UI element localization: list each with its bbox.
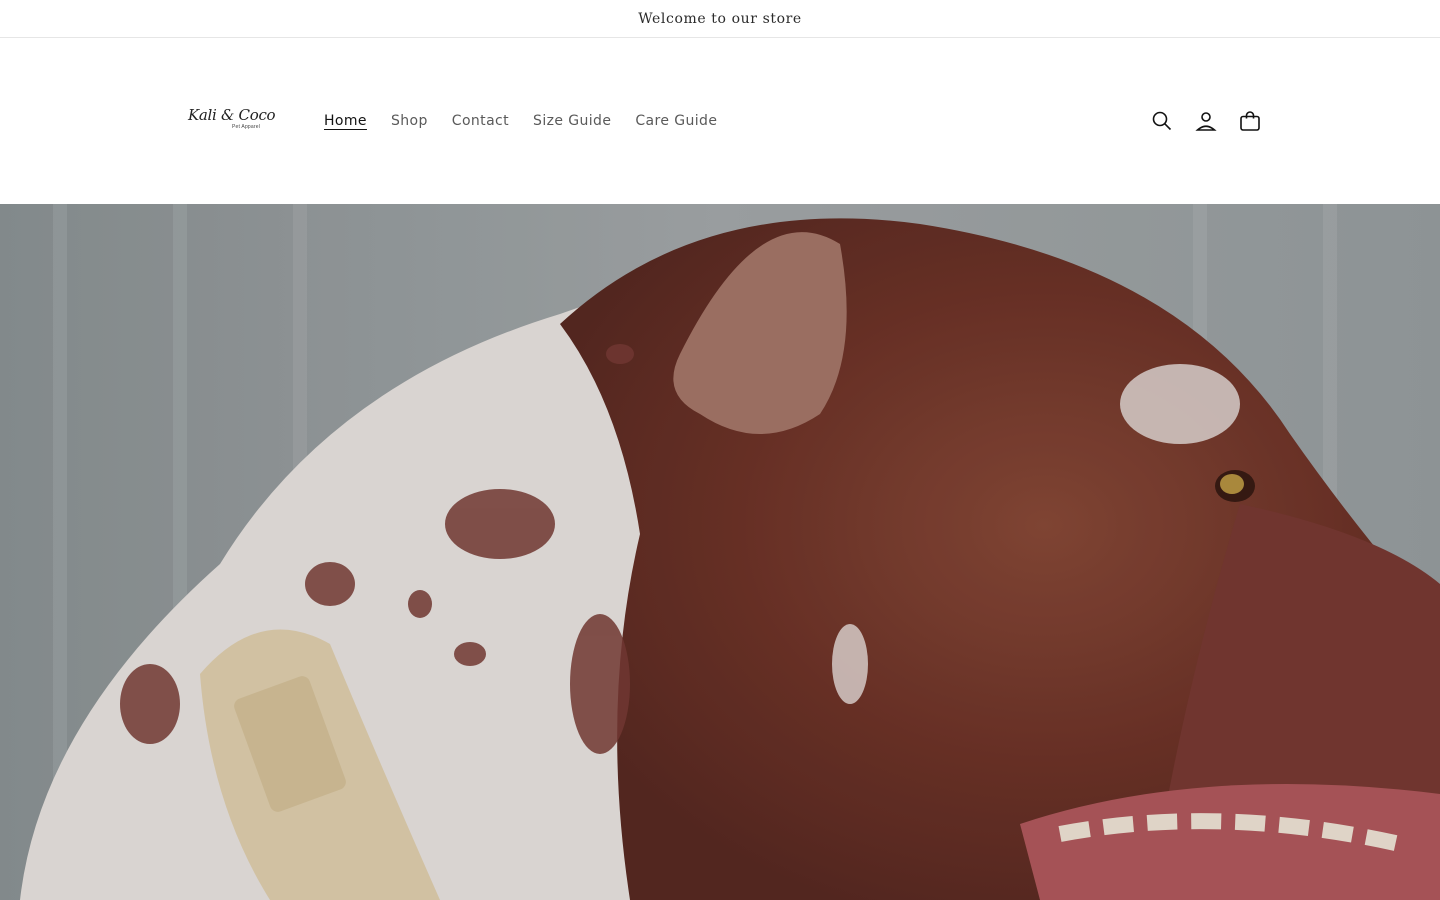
cart-button[interactable] <box>1230 101 1270 141</box>
cart-icon <box>1240 111 1260 131</box>
nav-item-shop[interactable]: Shop <box>379 105 440 137</box>
hero-banner[interactable] <box>0 204 1440 900</box>
header-icons <box>1142 101 1270 141</box>
announcement-bar: Welcome to our store <box>0 0 1440 38</box>
store-logo[interactable]: Kali & Coco Pet Apparel <box>188 106 276 136</box>
main-nav: Home Shop Contact Size Guide Care Guide <box>312 105 729 137</box>
logo-wordmark: Kali & Coco <box>188 106 276 124</box>
account-icon <box>1195 112 1217 131</box>
nav-item-home[interactable]: Home <box>312 105 379 137</box>
site-header: Kali & Coco Pet Apparel Home Shop Contac… <box>0 38 1440 204</box>
search-icon <box>1152 111 1172 131</box>
account-button[interactable] <box>1186 101 1226 141</box>
announcement-text: Welcome to our store <box>638 10 802 27</box>
nav-item-size-guide[interactable]: Size Guide <box>521 105 623 137</box>
nav-item-contact[interactable]: Contact <box>440 105 521 137</box>
hero-overlay <box>0 204 1440 900</box>
logo-tagline: Pet Apparel <box>232 124 261 130</box>
nav-item-care-guide[interactable]: Care Guide <box>623 105 729 137</box>
search-button[interactable] <box>1142 101 1182 141</box>
